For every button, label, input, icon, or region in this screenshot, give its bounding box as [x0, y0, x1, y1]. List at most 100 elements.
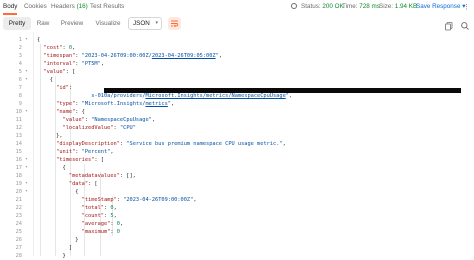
code-text: "data": [: [37, 180, 98, 188]
globe-icon[interactable]: [291, 3, 297, 9]
line-number: 5: [18, 69, 22, 75]
code-text: "average": 0,: [37, 220, 124, 228]
fold-toggle-icon[interactable]: ▾: [25, 108, 28, 116]
code-text: },: [37, 132, 63, 140]
code-token: "Percent": [81, 149, 111, 155]
code-token: :: [68, 85, 76, 91]
line-number: 14: [15, 141, 22, 147]
code-text: "localizedValue": "CPU": [37, 124, 136, 132]
code-text: "unit": "Percent",: [37, 148, 114, 156]
line-number: 12: [15, 125, 22, 131]
tab-headers[interactable]: Headers (16): [51, 3, 88, 10]
code-token: "timespan": [43, 53, 76, 59]
format-select-value: JSON: [133, 20, 150, 27]
size-stat: Size: 1.94 KB: [379, 3, 417, 10]
code-token: }: [37, 237, 79, 243]
code-token: "value": [43, 69, 66, 75]
tab-headers-label: Headers: [51, 3, 77, 10]
fold-toggle-icon[interactable]: ▾: [25, 156, 28, 164]
code-text: "id":: [37, 84, 75, 92]
save-response-label: Save Response: [416, 3, 461, 10]
view-mode-raw[interactable]: Raw: [33, 17, 53, 30]
fold-toggle-icon[interactable]: ▾: [25, 68, 28, 76]
code-text: "name": {: [37, 108, 85, 116]
code-text: "maximum": 0: [37, 228, 120, 236]
tab-cookies[interactable]: Cookies: [24, 3, 47, 10]
code-token: ,: [170, 101, 175, 107]
code-token: ,: [110, 149, 114, 155]
code-token: "name": [56, 109, 76, 115]
status-label: Status:: [301, 3, 321, 10]
time-stat: Time: 728 ms: [342, 3, 380, 10]
code-token: "total": [81, 205, 104, 211]
code-token: ,: [100, 61, 105, 67]
search-icon[interactable]: [460, 18, 470, 30]
code-text: {: [37, 76, 53, 84]
code-text: {: [37, 188, 78, 196]
code-token: "Service bus premium namespace CPU usage…: [126, 141, 283, 147]
code-line: 8 s-010a/providers/Microsoft.Insights/me…: [0, 92, 474, 100]
code-token: 0: [116, 229, 120, 235]
line-number: 19: [15, 181, 22, 187]
code-token: Microsoft.Insights/metrics/NamespaceCpuU…: [145, 93, 286, 99]
code-token: },: [37, 133, 63, 139]
format-select[interactable]: JSON ▾: [128, 17, 162, 30]
save-response-button[interactable]: Save Response ▾: [416, 3, 465, 10]
code-text: ]: [37, 244, 72, 252]
fold-toggle-icon[interactable]: ▾: [25, 76, 28, 84]
more-options-icon[interactable]: ⋮: [463, 3, 470, 11]
code-line: 18 "metadatavalues": [],: [0, 172, 474, 180]
code-text: "displayDescription": "Service bus premi…: [37, 140, 286, 148]
view-mode-preview[interactable]: Preview: [57, 17, 87, 30]
code-line: 9 "type": "Microsoft.Insights/metrics",: [0, 100, 474, 108]
code-token: ,: [119, 221, 124, 227]
code-text: "timeseries": [: [37, 156, 104, 164]
wrap-lines-button[interactable]: [168, 17, 181, 30]
code-text: "total": 0,: [37, 204, 117, 212]
code-token: s-010a/providers/: [91, 93, 146, 99]
code-token: : [: [88, 181, 98, 187]
fold-toggle-icon[interactable]: ▾: [25, 36, 28, 44]
time-value: 728 ms: [359, 3, 380, 10]
code-line: 13 },: [0, 132, 474, 140]
line-number: 11: [15, 117, 22, 123]
line-number: 27: [15, 245, 22, 251]
copy-icon[interactable]: [444, 18, 454, 31]
code-token: "CPU": [119, 125, 136, 131]
view-mode-pretty[interactable]: Pretty: [3, 17, 31, 30]
code-token: "metadatavalues": [68, 173, 120, 179]
code-text: "metadatavalues": [],: [37, 172, 136, 180]
code-line: 28 }: [0, 252, 474, 260]
code-line: 4 "interval": "PT5M",: [0, 60, 474, 68]
fold-toggle-icon[interactable]: ▾: [25, 180, 28, 188]
code-token: "timeStamp": [81, 197, 117, 203]
line-number: 21: [15, 197, 22, 203]
code-text: "interval": "PT5M",: [37, 60, 104, 68]
code-token: "value": [62, 117, 85, 123]
line-number: 16: [15, 157, 22, 163]
code-text: s-010a/providers/Microsoft.Insights/metr…: [37, 92, 292, 100]
code-token: "interval": [43, 61, 76, 67]
time-label: Time:: [342, 3, 358, 10]
wrap-lines-icon: [171, 20, 179, 28]
tab-body[interactable]: Body: [3, 3, 17, 10]
fold-toggle-icon[interactable]: ▾: [25, 164, 28, 172]
code-text: "type": "Microsoft.Insights/metrics",: [37, 100, 174, 108]
fold-toggle-icon[interactable]: ▾: [25, 188, 28, 196]
view-mode-visualize[interactable]: Visualize: [91, 17, 125, 30]
tab-test-results[interactable]: Test Results: [90, 3, 124, 10]
code-token: ,: [113, 205, 117, 211]
code-token: "average": [81, 221, 111, 227]
line-number: 2: [18, 45, 22, 51]
code-text: "count": 5,: [37, 212, 117, 220]
code-token: "2023-04-26T09:00:00Z/: [81, 53, 152, 59]
